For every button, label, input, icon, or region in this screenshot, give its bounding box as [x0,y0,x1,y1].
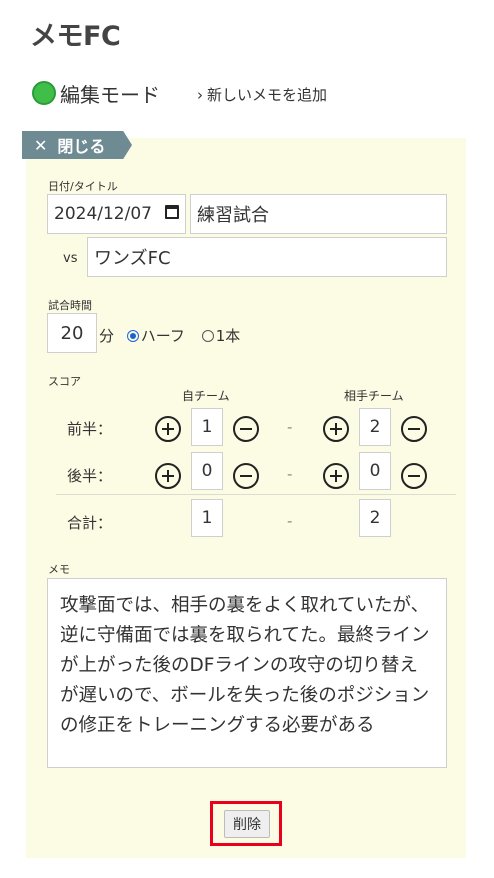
opp-total-score: 2 [359,499,391,537]
close-label: 閉じる [57,137,106,156]
mode-indicator-icon [32,81,56,105]
score-label: スコア [48,375,81,388]
own-first-half-minus-icon[interactable] [233,416,259,442]
total-label: 合計： [67,514,113,532]
memo-textarea[interactable]: 攻撃面では、相手の裏をよく取れていたが、逆に守備面では裏を取られてた。最終ライン… [47,578,447,768]
own-first-half-plus-icon[interactable] [155,416,181,442]
title-input[interactable]: 練習試合 [190,194,447,234]
close-button[interactable]: ✕ 閉じる [22,131,132,159]
score-dash: - [287,418,293,436]
date-input[interactable]: 2024/12/07 [47,194,186,234]
own-total-score: 1 [191,499,223,537]
opp-second-half-plus-icon[interactable] [323,463,349,489]
delete-button[interactable]: 削除 [224,810,270,838]
score-dash: - [287,465,293,483]
radio-selected-icon[interactable] [126,330,139,342]
opponent-input[interactable]: ワンズFC [87,237,447,277]
add-memo-link[interactable]: › 新しいメモを追加 [197,84,327,105]
opp-first-half-plus-icon[interactable] [323,416,349,442]
own-team-label: 自チーム [182,389,230,403]
score-divider [56,494,456,495]
vs-label: vs [63,251,78,266]
chevron-right-icon: › [197,86,203,104]
opp-first-half-minus-icon[interactable] [401,416,427,442]
date-value: 2024/12/07 [54,204,152,224]
match-time-input[interactable]: 20 [47,313,97,353]
opp-second-half-score[interactable]: 0 [359,452,391,490]
score-dash: - [287,512,293,530]
calendar-icon[interactable] [165,205,179,219]
close-icon: ✕ [34,135,48,155]
own-second-half-minus-icon[interactable] [233,463,259,489]
minutes-unit: 分 [99,327,115,345]
title-value: 練習試合 [197,205,269,226]
opponent-team-label: 相手チーム [344,389,404,403]
first-half-label: 前半： [67,420,113,438]
match-time-options: 分 ハーフ 1本 [99,325,240,346]
match-time-value: 20 [60,322,84,344]
full-option[interactable]: 1本 [201,327,241,345]
half-option[interactable]: ハーフ [126,327,185,345]
full-option-label: 1本 [215,327,241,345]
own-first-half-score[interactable]: 1 [191,408,223,446]
match-time-label: 試合時間 [48,299,92,312]
add-memo-label: 新しいメモを追加 [207,86,328,104]
half-option-label: ハーフ [140,327,185,345]
opp-second-half-minus-icon[interactable] [401,463,427,489]
opponent-value: ワンズFC [94,248,171,269]
edit-mode-toggle[interactable]: 編集モード [32,80,160,107]
own-second-half-score[interactable]: 0 [191,452,223,490]
second-half-label: 後半： [67,467,113,485]
mode-label: 編集モード [60,82,160,107]
own-second-half-plus-icon[interactable] [155,463,181,489]
app-title: メモFC [30,21,121,52]
opp-first-half-score[interactable]: 2 [359,408,391,446]
radio-icon[interactable] [201,330,214,342]
date-title-label: 日付/タイトル [48,180,118,193]
memo-label: メモ [48,563,70,576]
